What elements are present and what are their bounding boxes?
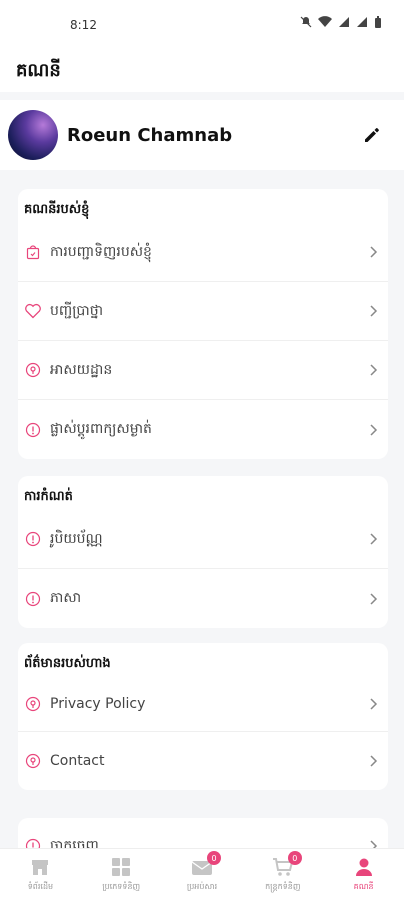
menu-item-label: Contact (50, 753, 105, 769)
settings-card: ការកំណត់ រូបិយប័ណ្ណ ភាសា (18, 476, 388, 628)
menu-item-label: អាសយដ្ឋាន (50, 361, 113, 378)
section-title: ព័ត៌មានរបស់ហាង (24, 656, 111, 671)
cart-icon-wrap: 0 (272, 851, 302, 878)
my-account-card: គណនីរបស់ខ្ញុំ ការបញ្ជាទិញរបស់ខ្ញុំ បញ្ជី… (18, 189, 388, 459)
location-icon (24, 361, 42, 379)
nav-categories[interactable]: ប្រភេទទំនិញ (81, 849, 162, 900)
location-icon (24, 695, 42, 713)
grid-icon (112, 858, 131, 876)
menu-item-language[interactable]: ភាសា (18, 569, 388, 628)
location-icon (24, 752, 42, 770)
nav-label: កន្ត្រកទំនិញ (265, 882, 301, 891)
nav-account[interactable]: គណនី (323, 849, 404, 900)
store-info-card: ព័ត៌មានរបស់ហាង Privacy Policy Contact (18, 643, 388, 790)
menu-item-label: រូបិយប័ណ្ណ (50, 530, 103, 547)
pencil-icon (365, 128, 379, 142)
menu-item-currency[interactable]: រូបិយប័ណ្ណ (18, 510, 388, 569)
battery-icon (375, 16, 381, 28)
section-title: គណនីរបស់ខ្ញុំ (24, 202, 90, 217)
menu-item-address[interactable]: អាសយដ្ឋាន (18, 341, 388, 400)
chevron-right-icon (370, 246, 378, 258)
menu-item-change-password[interactable]: ផ្លាស់ប្តូរពាក្យសម្ងាត់ (18, 400, 388, 459)
info-icon (24, 421, 42, 439)
chevron-right-icon (370, 533, 378, 545)
shopping-bag-icon (24, 243, 42, 261)
menu-item-wishlist[interactable]: បញ្ជីប្រាថ្នា (18, 282, 388, 341)
menu-item-label: បញ្ជីប្រាថ្នា (50, 302, 104, 319)
menu-item-label: Privacy Policy (50, 696, 146, 712)
chevron-right-icon (370, 364, 378, 376)
menu-item-privacy-policy[interactable]: Privacy Policy (18, 677, 388, 732)
nav-inbox[interactable]: 0 ប្រអប់សារ (162, 849, 243, 900)
menu-item-label: ភាសា (50, 590, 82, 606)
info-icon (24, 590, 42, 608)
chevron-right-icon (370, 592, 378, 605)
menu-item-contact[interactable]: Contact (18, 732, 388, 790)
nav-label: គណនី (353, 882, 374, 891)
chevron-right-icon (370, 423, 378, 436)
status-time: 8:12 (70, 18, 97, 32)
cart-badge: 0 (287, 851, 302, 865)
wifi-icon (318, 16, 332, 27)
menu-item-my-orders[interactable]: ការបញ្ជាទិញរបស់ខ្ញុំ (18, 223, 388, 282)
heart-icon (24, 302, 42, 320)
nav-label: ទំព័រដើម (27, 882, 54, 891)
inbox-badge: 0 (206, 851, 221, 865)
signal-icon (339, 17, 349, 27)
bottom-nav: ទំព័រដើម ប្រភេទទំនិញ 0 ប្រអប់សារ 0 កន្ត្… (0, 848, 404, 900)
menu-item-label: ការបញ្ជាទិញរបស់ខ្ញុំ (50, 243, 152, 260)
nav-label: ប្រភេទទំនិញ (102, 882, 141, 891)
edit-profile-button[interactable] (360, 123, 384, 147)
store-icon (32, 860, 49, 875)
mute-icon (300, 16, 312, 28)
nav-cart[interactable]: 0 កន្ត្រកទំនិញ (242, 849, 323, 900)
status-bar: 8:12 (0, 0, 404, 50)
mail-icon-wrap: 0 (191, 851, 221, 878)
section-title: ការកំណត់ (24, 489, 73, 504)
nav-home[interactable]: ទំព័រដើម (0, 849, 81, 900)
chevron-right-icon (370, 305, 378, 317)
profile-row: Roeun Chamnab (0, 100, 404, 170)
profile-name: Roeun Chamnab (67, 124, 233, 146)
signal-icon-2 (357, 17, 367, 27)
chevron-right-icon (370, 698, 378, 710)
chevron-right-icon (370, 755, 378, 767)
nav-label: ប្រអប់សារ (186, 882, 218, 891)
user-icon (355, 858, 372, 876)
page-title: គណនី (0, 50, 404, 92)
menu-item-label: ផ្លាស់ប្តូរពាក្យសម្ងាត់ (50, 421, 152, 437)
avatar[interactable] (8, 110, 58, 160)
info-icon (24, 530, 42, 548)
status-icons (300, 16, 382, 28)
